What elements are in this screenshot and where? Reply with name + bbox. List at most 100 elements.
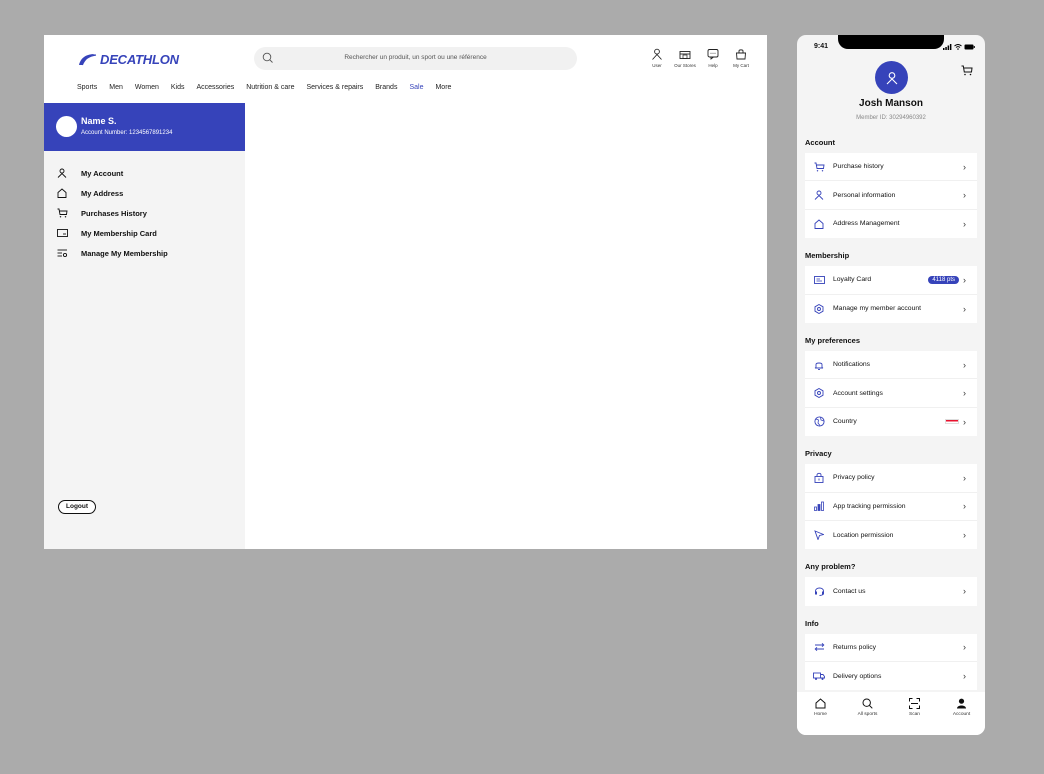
cart-button[interactable]: My Cart	[727, 48, 755, 68]
row-account-settings[interactable]: Account settings ›	[805, 379, 977, 408]
scan-icon	[909, 698, 920, 709]
tab-all-sports[interactable]: All sports	[844, 692, 891, 735]
sidebar-item-label: My Address	[81, 188, 124, 198]
globe-icon	[805, 416, 833, 427]
chevron-right-icon: ›	[963, 218, 966, 229]
stores-label: Our Stores	[674, 63, 696, 68]
search-icon	[862, 698, 873, 709]
chevron-right-icon: ›	[963, 530, 966, 541]
row-label: Delivery options	[833, 672, 882, 680]
chevron-right-icon: ›	[963, 472, 966, 483]
logo-swoosh-icon	[79, 54, 97, 66]
phone-notch	[838, 35, 944, 49]
brand-logo[interactable]: DECATHLON	[77, 52, 179, 67]
cart-icon	[961, 65, 973, 76]
sidebar-item-label: My Membership Card	[81, 228, 157, 238]
row-contact-us[interactable]: Contact us ›	[805, 577, 977, 605]
header-icons: User Our Stores Help My Cart	[643, 48, 755, 68]
row-label: Notifications	[833, 361, 871, 369]
tab-label: All sports	[857, 712, 878, 717]
sidebar-item-label: Purchases History	[81, 208, 147, 218]
tab-scan[interactable]: Scan	[891, 692, 938, 735]
search-input[interactable]: Rechercher un produit, un sport ou une r…	[254, 47, 577, 70]
bell-icon	[805, 360, 833, 370]
row-label: Account settings	[833, 389, 883, 397]
brand-name: DECATHLON	[100, 52, 179, 67]
row-app-tracking[interactable]: App tracking permission ›	[805, 493, 977, 521]
points-badge: 4118 pts	[928, 275, 959, 284]
gear-icon	[805, 303, 833, 314]
user-icon	[652, 48, 662, 60]
help-button[interactable]: Help	[699, 48, 727, 68]
row-label: App tracking permission	[833, 502, 906, 510]
section-preferences: Notifications › Account settings › Count…	[805, 350, 977, 437]
row-notifications[interactable]: Notifications ›	[805, 351, 977, 380]
section-title-membership: Membership	[805, 251, 850, 261]
row-label: Contact us	[833, 587, 866, 595]
account-menu: My Account My Address Purchases History …	[57, 163, 168, 263]
avatar[interactable]	[875, 61, 908, 94]
row-label: Privacy policy	[833, 474, 875, 482]
battery-icon	[964, 44, 975, 50]
lock-icon	[805, 472, 833, 484]
settings-sections: Account Purchase history › Personal info…	[797, 131, 985, 691]
cart-button[interactable]	[961, 65, 973, 76]
section-title-preferences: My preferences	[805, 335, 861, 345]
row-loyalty-card[interactable]: Loyalty Card 4118 pts ›	[805, 266, 977, 295]
row-purchase-history[interactable]: Purchase history ›	[805, 153, 977, 182]
chevron-right-icon: ›	[963, 388, 966, 399]
section-account: Purchase history › Personal information …	[805, 153, 977, 239]
sidebar-item-my-account[interactable]: My Account	[57, 163, 168, 183]
chevron-right-icon: ›	[963, 642, 966, 653]
section-title-any-problem: Any problem?	[805, 562, 856, 572]
profile-name: Josh Manson	[859, 98, 923, 109]
home-icon	[805, 219, 833, 229]
nav-accessories[interactable]: Accessories	[196, 84, 234, 91]
section-info: Returns policy › Delivery options ›	[805, 633, 977, 691]
wifi-icon	[954, 44, 962, 50]
row-manage-member-account[interactable]: Manage my member account ›	[805, 295, 977, 323]
row-country[interactable]: Country ›	[805, 408, 977, 436]
nav-sale[interactable]: Sale	[409, 84, 423, 91]
sidebar-item-purchases-history[interactable]: Purchases History	[57, 203, 168, 223]
row-label: Address Management	[833, 220, 900, 228]
nav-sports[interactable]: Sports	[77, 84, 97, 91]
nav-brands[interactable]: Brands	[375, 84, 397, 91]
card-icon	[805, 275, 833, 285]
user-button[interactable]: User	[643, 48, 671, 68]
row-label: Loyalty Card	[833, 276, 872, 284]
mobile-account-screen: 9:41 Josh Manson Member ID: 30294960392 …	[797, 35, 985, 735]
gear-icon	[805, 388, 833, 399]
settings-list-icon	[57, 248, 81, 258]
tab-label: Scan	[909, 712, 920, 717]
tab-account[interactable]: Account	[938, 692, 985, 735]
cart-icon	[805, 162, 833, 172]
nav-services[interactable]: Services & repairs	[306, 84, 363, 91]
row-returns-policy[interactable]: Returns policy ›	[805, 634, 977, 663]
row-location-permission[interactable]: Location permission ›	[805, 521, 977, 549]
nav-more[interactable]: More	[435, 84, 451, 91]
row-personal-information[interactable]: Personal information ›	[805, 181, 977, 210]
sidebar-item-my-address[interactable]: My Address	[57, 183, 168, 203]
help-icon	[707, 49, 719, 60]
tab-label: Home	[814, 712, 827, 717]
nav-men[interactable]: Men	[109, 84, 123, 91]
sidebar-item-membership-card[interactable]: My Membership Card	[57, 223, 168, 243]
nav-nutrition[interactable]: Nutrition & care	[246, 84, 294, 91]
nav-kids[interactable]: Kids	[171, 84, 185, 91]
row-address-management[interactable]: Address Management ›	[805, 210, 977, 238]
stores-button[interactable]: Our Stores	[671, 48, 699, 68]
status-time: 9:41	[814, 43, 829, 50]
section-title-account: Account	[805, 138, 835, 147]
nav-women[interactable]: Women	[135, 84, 159, 91]
tab-home[interactable]: Home	[797, 692, 844, 735]
status-icons	[943, 44, 975, 50]
truck-icon	[805, 671, 833, 681]
row-delivery-options[interactable]: Delivery options ›	[805, 662, 977, 690]
return-icon	[805, 642, 833, 652]
sidebar-item-manage-membership[interactable]: Manage My Membership	[57, 243, 168, 263]
chevron-right-icon: ›	[963, 303, 966, 314]
row-privacy-policy[interactable]: Privacy policy ›	[805, 464, 977, 493]
logout-button[interactable]: Logout	[58, 500, 97, 514]
bottom-tab-bar: Home All sports Scan Account	[797, 692, 985, 735]
